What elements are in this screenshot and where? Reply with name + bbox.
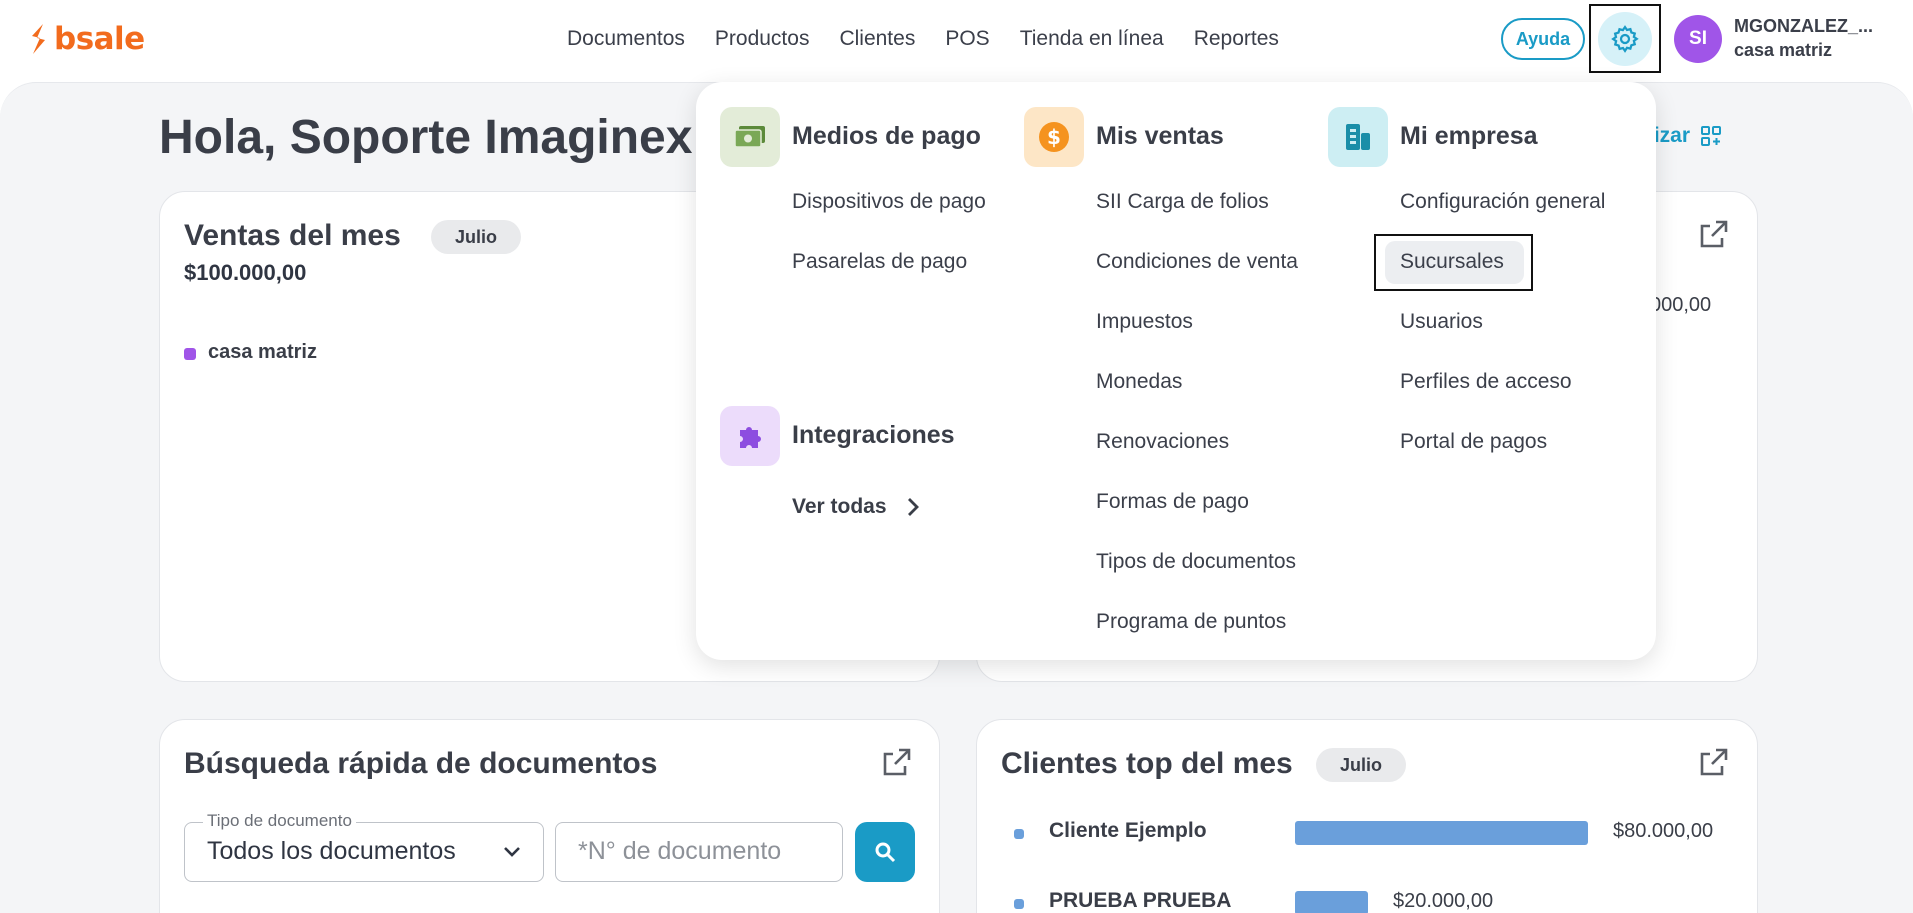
nav-pos[interactable]: POS [945,24,989,54]
legend-label: casa matriz [208,341,317,363]
gear-icon [1611,24,1639,53]
doc-number-input[interactable]: *N° de documento [555,822,843,882]
open-external-icon[interactable] [1698,218,1730,250]
client-amount: $80.000,00 [1613,820,1714,842]
settings-icon-bg [1598,11,1652,66]
integrations-section-title: Integraciones [792,421,955,449]
menu-configuracion-general[interactable]: Configuración general [1400,190,1605,214]
clients-month-chip[interactable]: Julio [1316,748,1407,782]
coin-icon: $ [1039,122,1069,152]
page-greeting: Hola, Soporte Imaginex [159,111,693,164]
client-bar [1295,821,1588,845]
sales-total: $100.000,00 [184,260,307,285]
sales-month-chip[interactable]: Julio [431,220,522,254]
sales-card-title: Ventas del mes [184,219,401,252]
nav-reportes[interactable]: Reportes [1194,24,1279,54]
customize-link[interactable]: lizar [1648,124,1722,148]
chevron-right-icon [907,498,919,516]
integrations-section-icon [720,406,780,466]
payment-section-title: Medios de pago [792,122,981,150]
client-dot [1014,829,1024,839]
top-bar: bsale Documentos Productos Clientes POS … [0,0,1913,78]
menu-usuarios[interactable]: Usuarios [1400,310,1483,334]
search-button[interactable] [855,822,915,882]
help-button[interactable]: Ayuda [1501,18,1585,60]
menu-perfiles-de-acceso[interactable]: Perfiles de acceso [1400,370,1572,394]
search-icon [875,842,896,863]
money-icon [734,126,765,148]
menu-tipos-de-documentos[interactable]: Tipos de documentos [1096,550,1296,574]
menu-condiciones-de-venta[interactable]: Condiciones de venta [1096,250,1298,274]
menu-impuestos[interactable]: Impuestos [1096,310,1193,334]
menu-renovaciones[interactable]: Renovaciones [1096,430,1229,454]
nav-clientes[interactable]: Clientes [839,24,915,54]
see-all-label: Ver todas [792,495,887,518]
company-section-title: Mi empresa [1400,122,1538,150]
user-name[interactable]: MGONZALEZ_... [1734,16,1873,37]
menu-pasarelas-de-pago[interactable]: Pasarelas de pago [792,250,967,274]
client-bar [1295,891,1368,913]
grid-add-icon [1701,126,1722,146]
menu-monedas[interactable]: Monedas [1096,370,1182,394]
legend-dot [184,348,196,360]
see-all-integrations-link[interactable]: Ver todas [792,495,919,519]
menu-portal-de-pagos[interactable]: Portal de pagos [1400,430,1547,454]
menu-sucursales[interactable]: Sucursales [1400,250,1504,274]
clients-card-title: Clientes top del mes [1001,747,1293,780]
menu-sii-carga-de-folios[interactable]: SII Carga de folios [1096,190,1269,214]
nav-documentos[interactable]: Documentos [567,24,685,54]
client-amount: $20.000,00 [1393,890,1494,912]
chevron-down-icon [504,847,520,857]
svg-text:$: $ [1047,125,1061,149]
open-external-icon[interactable] [881,746,913,778]
puzzle-icon [740,427,761,448]
company-section-icon [1328,107,1388,167]
menu-formas-de-pago[interactable]: Formas de pago [1096,490,1249,514]
settings-button[interactable] [1589,4,1661,73]
bsale-logo-icon [32,24,45,54]
doc-type-value: Todos los documentos [207,837,456,865]
sales-section-title: Mis ventas [1096,122,1224,150]
search-card-title: Búsqueda rápida de documentos [184,747,658,780]
building-icon [1346,124,1370,150]
menu-dispositivos-de-pago[interactable]: Dispositivos de pago [792,190,986,214]
client-name: PRUEBA PRUEBA [1049,889,1232,912]
nav-productos[interactable]: Productos [715,24,810,54]
open-external-icon[interactable] [1698,746,1730,778]
right-card-amount: 000,00 [1650,294,1712,316]
sales-section-icon: $ [1024,107,1084,167]
avatar[interactable]: SI [1674,15,1722,63]
bsale-logo[interactable]: bsale [28,21,145,57]
logo-text: bsale [54,21,145,57]
user-branch[interactable]: casa matriz [1734,40,1832,61]
payment-section-icon [720,107,780,167]
nav-tienda-en-linea[interactable]: Tienda en línea [1020,24,1164,54]
doc-type-label: Tipo de documento [203,811,356,831]
doc-number-placeholder: *N° de documento [578,837,782,865]
main-nav: Documentos Productos Clientes POS Tienda… [567,24,1309,54]
doc-type-select[interactable]: Tipo de documento Todos los documentos [184,811,544,882]
client-name: Cliente Ejemplo [1049,819,1207,842]
menu-programa-de-puntos[interactable]: Programa de puntos [1096,610,1286,634]
client-dot [1014,899,1024,909]
